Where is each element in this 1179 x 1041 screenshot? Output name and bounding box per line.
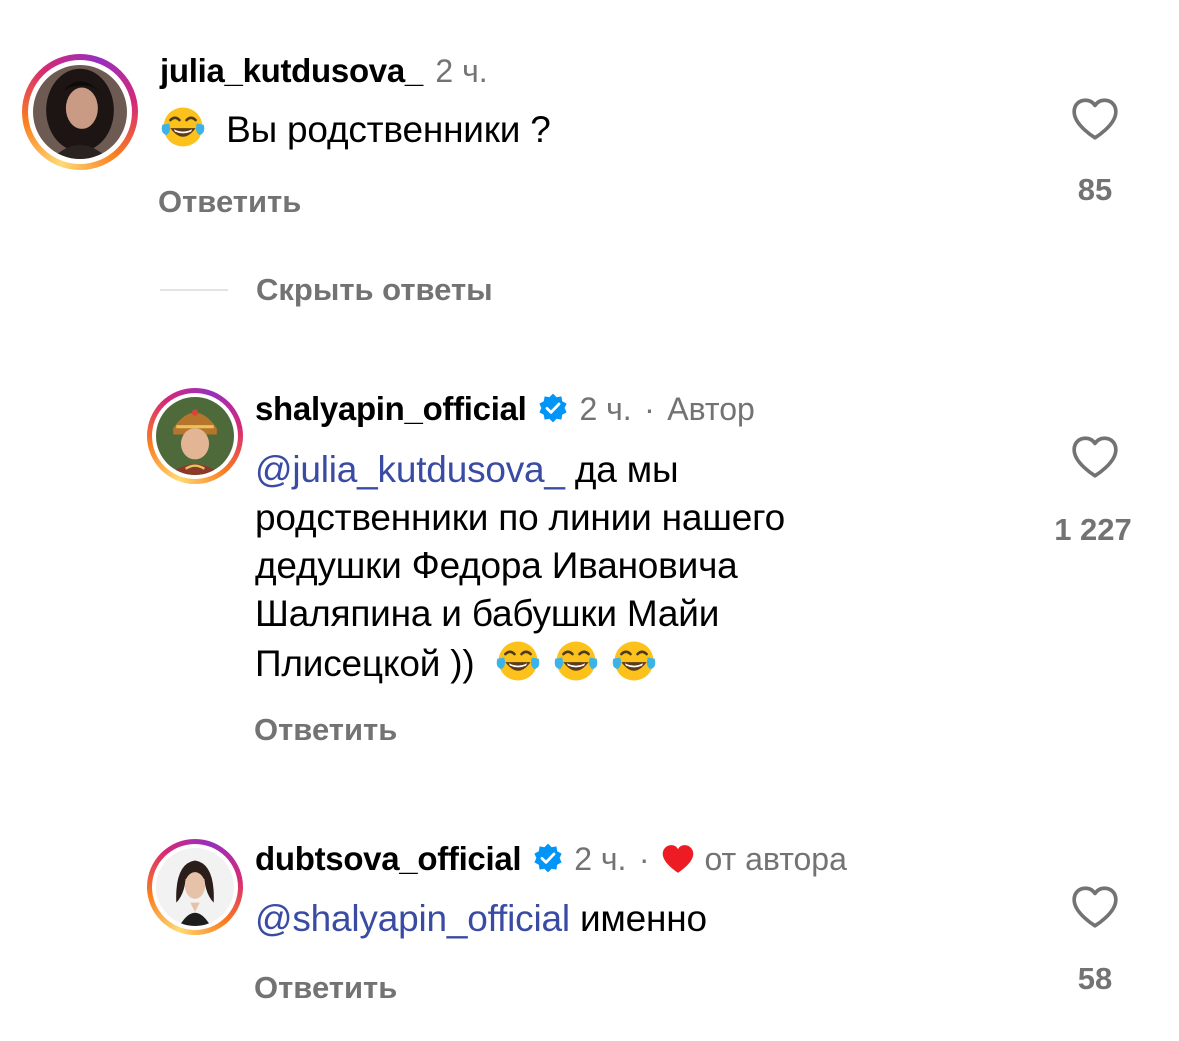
tears-of-joy-emoji-icon — [612, 641, 655, 681]
liked-by-author-label: от автора — [704, 841, 847, 877]
avatar-photo-dubtsova — [156, 848, 234, 926]
comment-text: Вы родственники ? — [226, 109, 551, 150]
comment-header: shalyapin_official 2 ч. · Автор — [255, 390, 755, 430]
comment-text-line: родственники по линии нашего — [255, 497, 785, 538]
like-heart-icon[interactable] — [1070, 96, 1120, 142]
verified-badge-icon — [534, 843, 562, 873]
reply-button[interactable]: Ответить — [254, 970, 397, 1006]
comment-time: 2 ч. — [574, 841, 627, 877]
comment-username[interactable]: dubtsova_official — [255, 840, 522, 877]
avatar[interactable] — [147, 839, 243, 935]
tears-of-joy-emoji-icon — [554, 641, 597, 681]
avatar-photo-julia — [33, 65, 127, 159]
comment-text-line: да мы — [564, 449, 679, 490]
divider-line — [160, 289, 228, 291]
reply-button[interactable]: Ответить — [158, 184, 301, 220]
tears-of-joy-emoji-icon — [496, 641, 539, 681]
comment-body: @shalyapin_official именно — [255, 895, 1015, 943]
avatar[interactable] — [147, 388, 243, 484]
reply-button[interactable]: Ответить — [254, 712, 397, 748]
author-tag: Автор — [667, 391, 755, 427]
like-heart-icon[interactable] — [1070, 434, 1120, 480]
like-count: 1 227 — [1054, 512, 1132, 547]
avatar[interactable] — [22, 54, 138, 170]
tears-of-joy-emoji-icon — [161, 107, 205, 147]
comment-header: dubtsova_official 2 ч. · от автора — [255, 840, 847, 880]
comment-username[interactable]: shalyapin_official — [255, 390, 527, 427]
comment-time: 2 ч. — [435, 53, 488, 89]
verified-badge-icon — [539, 393, 567, 423]
comment-body: @julia_kutdusova_ да мы родственники по … — [255, 446, 1015, 688]
comment-text: именно — [569, 898, 707, 939]
meta-separator: · — [638, 841, 650, 877]
comment-text-line: Шаляпина и бабушки Майи — [255, 593, 720, 634]
comment-time: 2 ч. — [579, 391, 632, 427]
comment-text-line: Плисецкой )) — [255, 643, 485, 684]
like-heart-icon[interactable] — [1070, 884, 1120, 930]
like-count: 85 — [1077, 172, 1113, 207]
comment-username[interactable]: julia_kutdusova_ — [160, 52, 423, 89]
like-count: 58 — [1077, 961, 1113, 996]
mention-link[interactable]: @julia_kutdusova_ — [255, 449, 565, 490]
meta-separator: · — [644, 391, 655, 427]
comment-header: julia_kutdusova_ 2 ч. — [160, 52, 488, 92]
hide-replies-button[interactable]: Скрыть ответы — [256, 272, 493, 308]
comment-text-line: дедушки Федора Ивановича — [255, 545, 738, 586]
avatar-photo-shalyapin — [156, 397, 234, 475]
mention-link[interactable]: @shalyapin_official — [255, 898, 570, 939]
comment-body: Вы родственники ? — [160, 104, 1000, 154]
author-liked-heart-icon — [662, 845, 694, 873]
